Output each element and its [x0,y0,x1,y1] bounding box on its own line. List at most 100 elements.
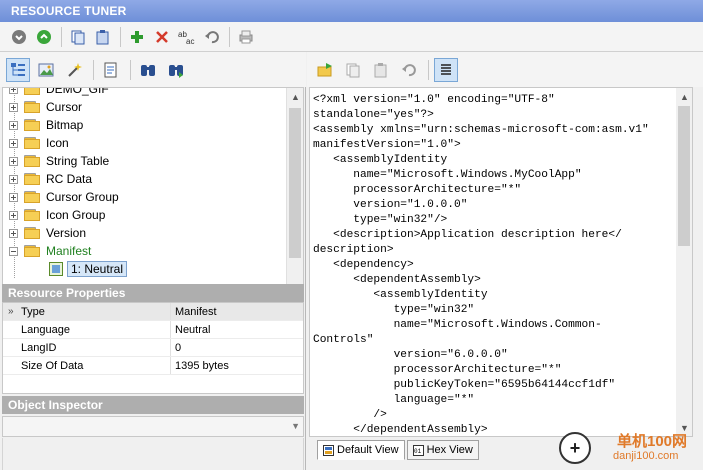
print-icon[interactable] [235,26,257,48]
wand-icon[interactable] [62,58,86,82]
tree-item-string-table[interactable]: String Table [3,152,287,170]
code-line: /> [313,409,387,421]
inspector-header: Object Inspector [2,396,304,414]
expand-icon[interactable] [9,192,18,202]
expand-icon[interactable] [9,138,18,148]
property-value: Neutral [175,324,211,336]
delete-icon[interactable] [151,26,173,48]
tree-item-icon-group[interactable]: Icon Group [3,206,287,224]
tree-item-cursor-group[interactable]: Cursor Group [3,188,287,206]
editor-toolbar [307,52,703,87]
watermark-logo-icon: + [559,432,591,464]
paste-icon[interactable] [369,58,393,82]
open-folder-icon[interactable] [313,58,337,82]
folder-icon [24,209,40,221]
toolbar-separator [428,59,429,80]
scrollbar-thumb[interactable] [678,106,690,246]
open-folder-icon [24,245,40,257]
property-key: Language [3,321,171,338]
editor-scrollbar[interactable]: ▲ ▼ [676,88,692,436]
manifest-resource-icon [49,262,63,276]
xml-code[interactable]: <?xml version="1.0" encoding="UTF-8" stan… [313,93,673,436]
xml-editor[interactable]: <?xml version="1.0" encoding="UTF-8" stan… [309,87,693,437]
code-line: publicKeyToken="6595b64144ccf1df" [313,379,616,391]
properties-grid: » Type Manifest Language Neutral LangID 0… [2,302,304,394]
collapse-icon[interactable] [9,246,18,256]
chevron-down-icon: ▼ [291,421,300,431]
tree-item-icon[interactable]: Icon [3,134,287,152]
scrollbar-thumb[interactable] [289,108,301,258]
rename-icon[interactable]: ab ac [176,26,198,48]
property-row[interactable]: Size Of Data 1395 bytes [3,357,303,375]
app-window: RESOURCE TUNER ab ac DEMO_GIF Cursor Bit… [0,0,703,470]
code-line: name="Microsoft.Windows.MyCoolApp" [313,169,582,181]
tree-item-manifest[interactable]: Manifest [3,242,287,260]
right-panel: <?xml version="1.0" encoding="UTF-8" stan… [307,52,703,470]
folder-icon [24,191,40,203]
left-panel: DEMO_GIF Cursor Bitmap Icon String Table… [0,52,306,470]
svg-text:01: 01 [414,448,422,455]
tab-default-view[interactable]: Default View [317,440,405,460]
site-watermark: + 单机100网 danji100.com [555,428,703,470]
tab-hex-view[interactable]: 01 Hex View [406,440,479,460]
tree-item-label: RC Data [46,172,93,186]
tree-item-label: Icon [46,136,69,150]
tree-item-manifest-neutral[interactable]: 1: Neutral [3,260,287,278]
paste-icon[interactable] [92,26,114,48]
toolbar-separator [130,59,131,80]
down-arrow-icon[interactable] [8,26,30,48]
tree-item-label: Cursor [46,100,83,114]
scroll-up-icon[interactable]: ▲ [676,88,692,105]
copy-icon[interactable] [67,26,89,48]
property-row[interactable]: Language Neutral [3,321,303,339]
tree-item-bitmap[interactable]: Bitmap [3,116,287,134]
code-line: standalone="yes"?> [313,109,434,121]
property-key: Size Of Data [3,357,171,374]
property-key: LangID [3,339,171,356]
code-line: <dependency> [313,259,414,271]
tree-item-label: Icon Group [46,208,106,222]
expand-icon[interactable] [9,174,18,184]
hex-view-icon: 01 [412,444,424,456]
folder-icon [24,119,40,131]
watermark-url: danji100.com [613,450,679,462]
main-toolbar: ab ac [0,22,703,52]
resource-icon[interactable] [99,58,123,82]
code-line: version="1.0.0.0" [313,199,468,211]
expand-icon[interactable] [9,228,18,238]
properties-header: Resource Properties [2,284,304,302]
tree-item-rc-data[interactable]: RC Data [3,170,287,188]
code-line: <dependentAssembly> [313,274,481,286]
tree-item-version[interactable]: Version [3,224,287,242]
folder-icon [24,173,40,185]
code-line: version="6.0.0.0" [313,349,508,361]
add-icon[interactable] [126,26,148,48]
property-row[interactable]: LangID 0 [3,339,303,357]
tree-item-demo-gif[interactable]: DEMO_GIF [3,88,287,98]
inspector-object-select[interactable]: ▼ [2,416,304,437]
folder-icon [24,137,40,149]
window-title: RESOURCE TUNER [0,0,703,22]
code-line: <assembly xmlns="urn:schemas-microsoft-c… [313,124,649,136]
up-arrow-icon[interactable] [33,26,55,48]
undo-icon[interactable] [397,58,421,82]
text-view-icon[interactable] [434,57,458,82]
tree-item-cursor[interactable]: Cursor [3,98,287,116]
expand-icon[interactable] [9,102,18,112]
inspector-body [2,438,304,470]
expand-icon[interactable] [9,156,18,166]
find-icon[interactable] [136,58,160,82]
expand-icon[interactable] [9,210,18,220]
find-next-icon[interactable] [164,58,188,82]
code-line: <?xml version="1.0" encoding="UTF-8" [313,94,555,106]
expand-icon[interactable] [9,88,18,94]
tree-view-icon[interactable] [6,57,30,82]
scroll-up-icon[interactable]: ▲ [287,88,303,105]
expand-icon[interactable] [9,120,18,130]
property-row[interactable]: » Type Manifest [3,303,303,321]
image-view-icon[interactable] [34,58,58,82]
undo-icon[interactable] [201,26,223,48]
left-toolbar [0,52,306,87]
copy-icon[interactable] [341,58,365,82]
tab-label: Default View [337,444,399,456]
